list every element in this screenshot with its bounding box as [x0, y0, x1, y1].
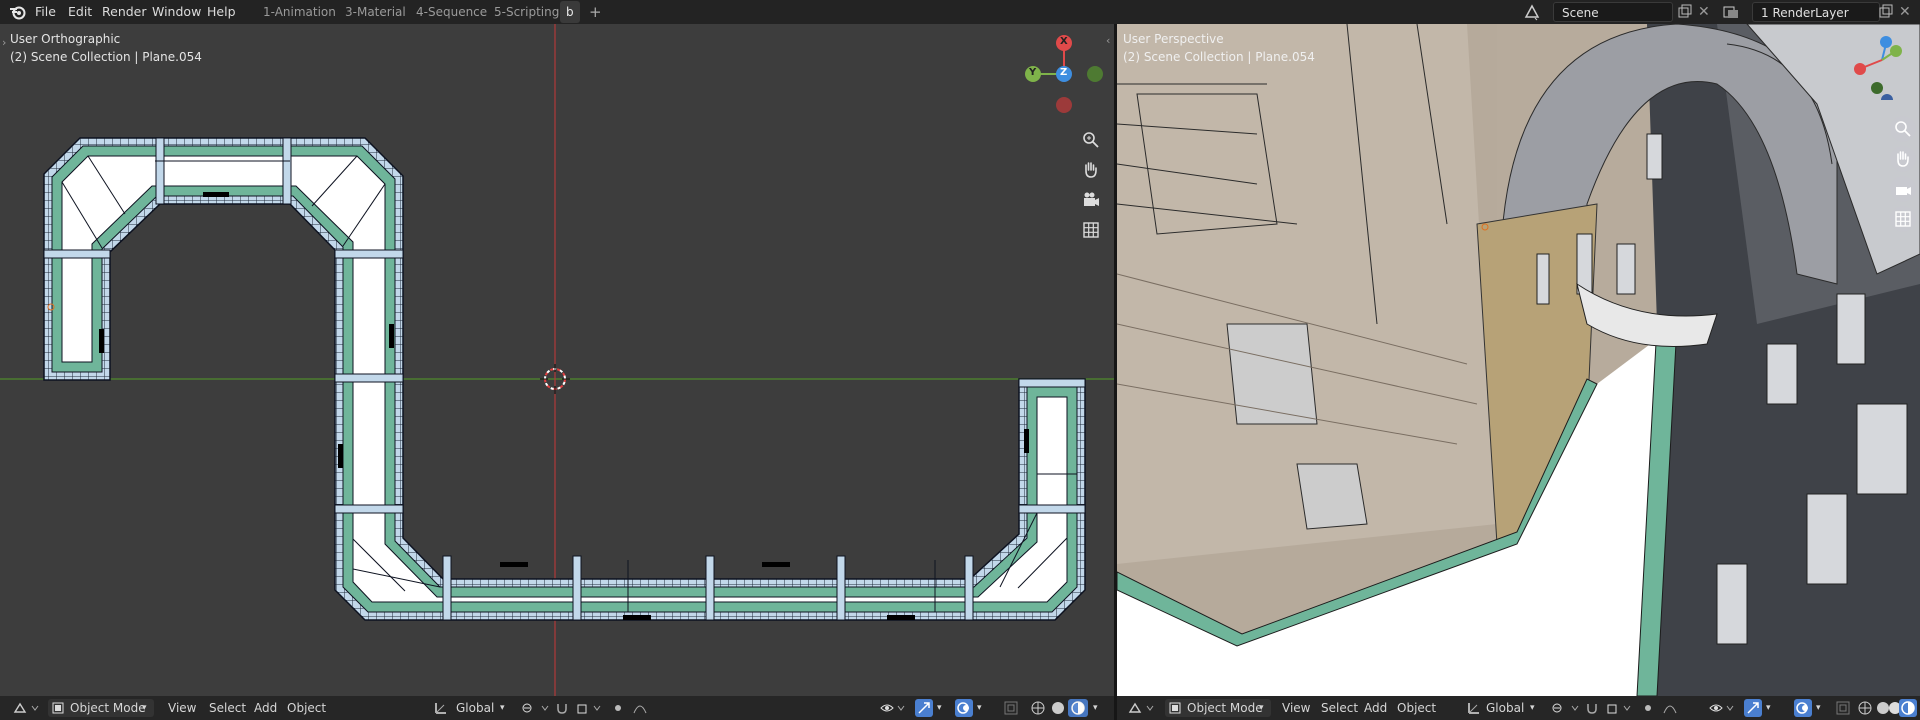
- rendered-shading-icon[interactable]: [1068, 699, 1088, 717]
- transform-orientation-icon[interactable]: [434, 701, 448, 715]
- object-mode-icon: [52, 702, 64, 714]
- pan-hand-icon[interactable]: [1078, 157, 1104, 183]
- pivot-point-icon[interactable]: [520, 701, 550, 715]
- menu-object[interactable]: Object: [1397, 696, 1436, 720]
- navigation-gizmo[interactable]: X Y Z: [1020, 34, 1110, 124]
- visibility-icon[interactable]: [880, 701, 906, 715]
- visibility-icon[interactable]: [1709, 701, 1735, 715]
- orientation-label[interactable]: Global: [456, 696, 494, 720]
- mode-label: Object Mode: [1187, 701, 1263, 715]
- perspective-scene: [1117, 24, 1920, 696]
- close-scene-icon[interactable]: ✕: [1698, 3, 1716, 21]
- camera-icon[interactable]: [1078, 187, 1104, 213]
- gizmo-z-label: Z: [1060, 67, 1068, 78]
- chevron-down-icon: ▾: [977, 703, 982, 713]
- xray-icon[interactable]: [1835, 700, 1851, 716]
- xray-icon[interactable]: [1003, 700, 1019, 716]
- overlay-toggle-icon[interactable]: [955, 699, 973, 717]
- menu-file[interactable]: File: [35, 0, 56, 24]
- object-mode-icon: [1169, 702, 1181, 714]
- tab-sequence[interactable]: 4-Sequence: [416, 1, 487, 23]
- add-workspace-button[interactable]: +: [589, 1, 602, 23]
- camera-icon-perspective[interactable]: [1890, 176, 1916, 202]
- mode-label: Object Mode: [70, 701, 146, 715]
- chevron-down-icon: ▾: [1259, 703, 1264, 713]
- view-name-label-perspective: User Perspective: [1123, 32, 1224, 46]
- chevron-down-icon: ▾: [142, 703, 147, 713]
- menu-add[interactable]: Add: [1364, 696, 1387, 720]
- scene-selector-icon[interactable]: [1523, 3, 1541, 21]
- editor-type-icon[interactable]: [12, 700, 40, 716]
- viewport-perspective[interactable]: User Perspective (2) Scene Collection | …: [1117, 24, 1920, 696]
- grid-icon-perspective[interactable]: [1890, 206, 1916, 232]
- pivot-point-icon[interactable]: [1550, 701, 1580, 715]
- orientation-label[interactable]: Global: [1486, 696, 1524, 720]
- pan-hand-icon-perspective[interactable]: [1890, 146, 1916, 172]
- collection-info-label: (2) Scene Collection | Plane.054: [10, 50, 202, 64]
- wireframe-shading-icon[interactable]: [1857, 700, 1873, 716]
- collection-info-label-perspective: (2) Scene Collection | Plane.054: [1123, 50, 1315, 64]
- tab-material[interactable]: 3-Material: [345, 1, 406, 23]
- gizmo-lines: [1025, 35, 1103, 113]
- wireframe-shading-icon[interactable]: [1030, 700, 1046, 716]
- snap-icon[interactable]: [1586, 701, 1636, 715]
- gizmo-toggle-icon[interactable]: [1744, 699, 1762, 717]
- rendered-shading-icon[interactable]: [1899, 699, 1917, 717]
- tab-b[interactable]: b: [560, 1, 580, 23]
- mode-dropdown[interactable]: Object Mode ▾: [48, 699, 154, 717]
- grid-icon[interactable]: [1078, 217, 1104, 243]
- menu-window[interactable]: Window: [152, 0, 201, 24]
- gizmo-x-label: X: [1060, 36, 1068, 47]
- menu-add[interactable]: Add: [254, 696, 277, 720]
- toolbar-toggle-icon[interactable]: ›: [2, 36, 6, 49]
- zoom-icon-perspective[interactable]: [1890, 116, 1916, 142]
- chevron-down-icon: ▾: [1530, 703, 1535, 713]
- zoom-icon[interactable]: [1078, 127, 1104, 153]
- blender-logo-icon[interactable]: [9, 4, 26, 20]
- mode-dropdown[interactable]: Object Mode ▾: [1165, 699, 1271, 717]
- duplicate-layer-icon[interactable]: [1877, 3, 1895, 21]
- chevron-down-icon: ▾: [1816, 703, 1821, 713]
- transform-orientation-icon[interactable]: [1467, 701, 1481, 715]
- proportional-edit-icon[interactable]: [1642, 701, 1688, 715]
- gizmo-toggle-icon[interactable]: [915, 699, 933, 717]
- view-name-label: User Orthographic: [10, 32, 121, 46]
- viewport-header-left: Object Mode ▾ View Select Add Object Glo…: [0, 696, 1114, 720]
- snap-icon[interactable]: [556, 701, 606, 715]
- menu-help[interactable]: Help: [207, 0, 236, 24]
- menu-select[interactable]: Select: [1321, 696, 1358, 720]
- menu-select[interactable]: Select: [209, 696, 246, 720]
- overlay-toggle-icon[interactable]: [1794, 699, 1812, 717]
- menu-view[interactable]: View: [1282, 696, 1310, 720]
- menu-edit[interactable]: Edit: [68, 0, 92, 24]
- duplicate-scene-icon[interactable]: [1676, 3, 1694, 21]
- viewport-orthographic[interactable]: User Orthographic (2) Scene Collection |…: [0, 24, 1114, 696]
- top-bar: File Edit Render Window Help 1-Animation…: [0, 0, 1920, 24]
- proportional-edit-icon[interactable]: [612, 701, 658, 715]
- chevron-down-icon: ▾: [1093, 703, 1098, 713]
- chevron-down-icon: ▾: [937, 703, 942, 713]
- chevron-down-icon: ▾: [500, 703, 505, 713]
- close-layer-icon[interactable]: ✕: [1899, 3, 1917, 21]
- chevron-down-icon: ▾: [1766, 703, 1771, 713]
- navigation-gizmo-perspective[interactable]: [1844, 30, 1914, 100]
- menu-render[interactable]: Render: [102, 0, 147, 24]
- ortho-scene: [0, 24, 1114, 696]
- viewport-header-right: Object Mode ▾ View Select Add Object Glo…: [1117, 696, 1920, 720]
- solid-shading-icon[interactable]: [1050, 700, 1066, 716]
- editor-type-icon[interactable]: [1127, 700, 1155, 716]
- view-layer-field[interactable]: 1 RenderLayer: [1752, 2, 1880, 22]
- view-layer-icon[interactable]: [1722, 3, 1740, 21]
- tab-animation[interactable]: 1-Animation: [263, 1, 336, 23]
- menu-object[interactable]: Object: [287, 696, 326, 720]
- menu-view[interactable]: View: [168, 696, 196, 720]
- scene-name-field[interactable]: Scene: [1553, 2, 1673, 22]
- gizmo-y-label: Y: [1029, 67, 1037, 78]
- tab-scripting[interactable]: 5-Scripting: [494, 1, 559, 23]
